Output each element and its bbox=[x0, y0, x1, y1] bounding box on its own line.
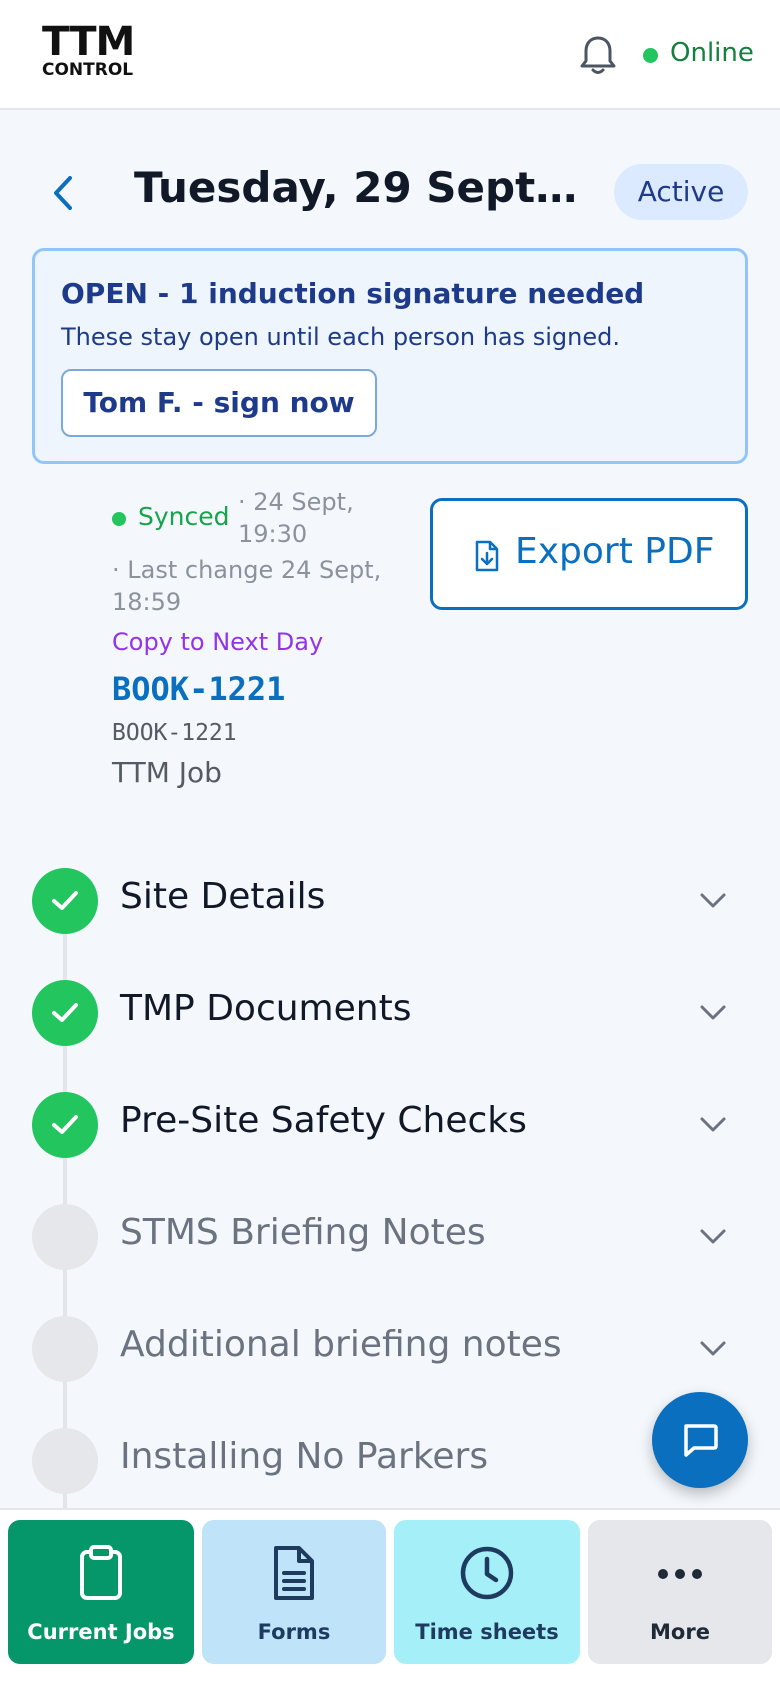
step-row[interactable]: Pre-Site Safety Checks bbox=[32, 1092, 748, 1158]
export-pdf-label: Export PDF bbox=[515, 531, 715, 572]
step-row[interactable]: Additional briefing notes bbox=[32, 1316, 748, 1382]
step-pending-indicator bbox=[32, 1316, 98, 1382]
step-row[interactable]: STMS Briefing Notes bbox=[32, 1204, 748, 1270]
sync-status-label: Synced bbox=[138, 502, 230, 531]
nav-current-jobs[interactable]: Current Jobs bbox=[8, 1520, 194, 1664]
bell-icon[interactable] bbox=[578, 34, 618, 76]
job-code-link[interactable]: BOOK-1221 bbox=[112, 670, 285, 708]
nav-forms[interactable]: Forms bbox=[202, 1520, 386, 1664]
nav-label-time-sheets: Time sheets bbox=[415, 1620, 559, 1644]
chevron-down-icon[interactable] bbox=[698, 1224, 728, 1252]
step-label: Site Details bbox=[120, 876, 326, 917]
synced-status-dot bbox=[112, 512, 126, 526]
clock-icon bbox=[458, 1544, 516, 1606]
sync-time: · 24 Sept, 19:30 bbox=[238, 488, 354, 548]
timeline-connector bbox=[63, 1046, 67, 1092]
nav-label-more: More bbox=[650, 1620, 710, 1644]
checkmark-icon bbox=[52, 1115, 78, 1134]
timeline-connector bbox=[63, 934, 67, 980]
chevron-down-icon[interactable] bbox=[698, 888, 728, 916]
induction-signature-banner: OPEN - 1 induction signature needed Thes… bbox=[32, 248, 748, 464]
nav-label-current-jobs: Current Jobs bbox=[27, 1620, 175, 1644]
online-status-label: Online bbox=[670, 38, 754, 68]
logo-line-2: CONTROL bbox=[42, 60, 134, 80]
document-icon bbox=[271, 1544, 317, 1606]
step-label: Installing No Parkers bbox=[120, 1436, 489, 1477]
nav-time-sheets[interactable]: Time sheets bbox=[394, 1520, 580, 1664]
job-type: TTM Job bbox=[112, 756, 222, 789]
step-complete-indicator bbox=[32, 1092, 98, 1158]
chevron-down-icon[interactable] bbox=[698, 1112, 728, 1140]
chat-bubble-icon bbox=[684, 1424, 718, 1457]
clipboard-icon bbox=[77, 1544, 125, 1606]
file-download-icon bbox=[473, 539, 501, 573]
nav-label-forms: Forms bbox=[257, 1620, 331, 1644]
chat-button[interactable] bbox=[652, 1392, 748, 1488]
logo-line-1: TTM bbox=[42, 19, 135, 65]
step-complete-indicator bbox=[32, 868, 98, 934]
step-row[interactable]: Site Details bbox=[32, 868, 748, 934]
step-label: Pre-Site Safety Checks bbox=[120, 1100, 527, 1141]
step-label: STMS Briefing Notes bbox=[120, 1212, 486, 1253]
step-pending-indicator bbox=[32, 1428, 98, 1494]
timeline-connector bbox=[63, 1158, 67, 1204]
online-status-dot bbox=[643, 48, 658, 63]
sign-now-button[interactable]: Tom F. - sign now bbox=[61, 369, 377, 437]
timeline-connector bbox=[63, 1270, 67, 1316]
nav-more[interactable]: More bbox=[588, 1520, 772, 1664]
chevron-down-icon[interactable] bbox=[698, 1000, 728, 1028]
job-code-secondary: BOOK-1221 bbox=[112, 720, 237, 746]
step-row[interactable]: Installing No Parkers bbox=[32, 1428, 748, 1494]
bottom-navigation: Current Jobs Forms Time sheets More bbox=[0, 1508, 780, 1688]
step-pending-indicator bbox=[32, 1204, 98, 1270]
chevron-down-icon[interactable] bbox=[698, 1336, 728, 1364]
banner-title: OPEN - 1 induction signature needed bbox=[61, 277, 645, 310]
last-change-time: · Last change 24 Sept, 18:59 bbox=[112, 556, 382, 616]
page-title: Tuesday, 29 September bbox=[134, 163, 594, 212]
back-chevron-icon[interactable] bbox=[48, 172, 78, 214]
copy-to-next-day-link[interactable]: Copy to Next Day bbox=[112, 628, 323, 656]
ttm-control-logo[interactable]: TTM CONTROL bbox=[42, 19, 152, 80]
step-label: TMP Documents bbox=[120, 988, 412, 1029]
export-pdf-button[interactable]: Export PDF bbox=[430, 498, 748, 610]
checkmark-icon bbox=[52, 1003, 78, 1022]
app-header: TTM CONTROL Online bbox=[0, 0, 780, 110]
banner-subtitle: These stay open until each person has si… bbox=[61, 323, 621, 351]
checkmark-icon bbox=[52, 891, 78, 910]
timeline-connector bbox=[63, 1382, 67, 1428]
more-dots-icon bbox=[655, 1544, 705, 1606]
step-complete-indicator bbox=[32, 980, 98, 1046]
step-row[interactable]: TMP Documents bbox=[32, 980, 748, 1046]
status-badge: Active bbox=[614, 164, 748, 220]
step-label: Additional briefing notes bbox=[120, 1324, 562, 1365]
